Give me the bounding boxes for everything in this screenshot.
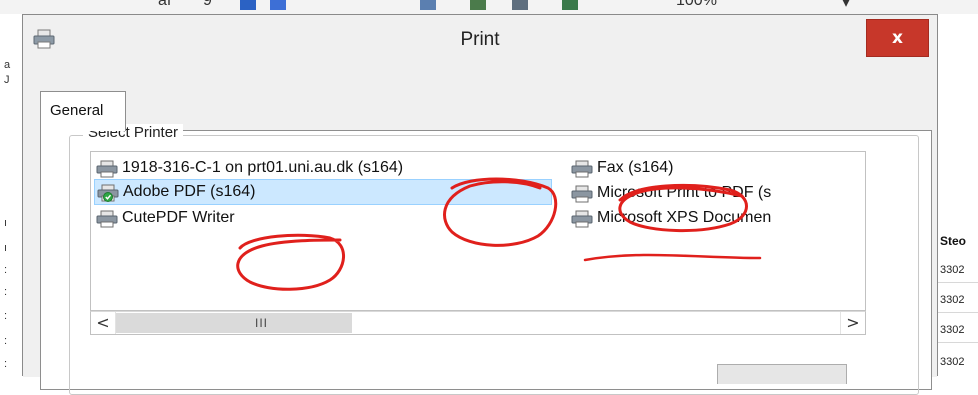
edge-mark: a [4,59,11,71]
horizontal-scrollbar[interactable]: < III > [90,311,866,335]
toolbar-grid-icon [470,0,486,10]
toolbar-table-icon [512,0,528,10]
zoom-level[interactable]: 100% [676,0,717,10]
title-bar[interactable]: Print x [23,15,937,63]
toolbar-pen-icon [270,0,286,10]
toolbar-text: af [158,0,172,9]
scroll-grip: III [255,316,269,330]
edge-mark: : [4,286,8,298]
scroll-thumb[interactable]: III [116,313,352,333]
printer-icon [571,185,593,203]
background-toolbar: af 9 100% ▾ [0,0,978,15]
printer-list[interactable]: 1918-316-C-1 on prt01.uni.au.dk (s164) A… [90,151,866,311]
toolbar-text: 9 [203,0,212,9]
printer-name: Microsoft XPS Documen [597,209,772,226]
printer-item-1918-316-c-1[interactable]: 1918-316-C-1 on prt01.uni.au.dk (s164) [96,157,551,179]
column-header: Steo [940,234,967,248]
printer-item-microsoft-xps[interactable]: Microsoft XPS Documen [571,207,865,229]
printer-icon [96,160,118,178]
sheet-cell[interactable]: 3302 [940,324,964,336]
printer-name: Adobe PDF (s164) [123,183,256,200]
scroll-left-button[interactable]: < [91,312,116,334]
printer-item-cutepdf-writer[interactable]: CutePDF Writer [96,207,551,229]
dialog-title: Print [460,29,500,50]
printer-name: Microsoft Print to PDF (s [597,184,772,201]
toolbar-chart-icon [562,0,578,10]
sheet-cell[interactable]: 3302 [940,294,964,306]
tab-general[interactable]: General [40,91,126,131]
printer-icon [96,210,118,228]
partial-button[interactable] [717,364,847,384]
tab-label: General [50,102,104,119]
printer-icon [571,210,593,228]
printer-name: Fax (s164) [597,159,674,176]
edge-mark: ı [4,217,8,229]
edge-mark: J [4,74,10,86]
print-dialog: Print x General Select Printer 1918-316-… [22,14,938,395]
edge-mark: ı [4,242,8,254]
sheet-cell[interactable]: 3302 [940,264,964,276]
printer-item-adobe-pdf[interactable]: Adobe PDF (s164) [94,179,552,205]
printer-item-microsoft-print-to-pdf[interactable]: Microsoft Print to PDF (s [571,182,865,204]
printer-default-icon [97,184,119,202]
printer-name: CutePDF Writer [122,209,235,226]
toolbar-grid-icon [420,0,436,10]
fax-icon [571,160,593,178]
row-divider [938,342,978,343]
sheet-cell[interactable]: 3302 [940,356,964,368]
edge-mark: : [4,310,8,322]
edge-mark: : [4,264,8,276]
toolbar-pen-icon [240,0,256,10]
printer-item-fax[interactable]: Fax (s164) [571,157,865,179]
background-row-edge: a J ı ı : : : : : [0,14,23,376]
close-button[interactable]: x [866,19,929,57]
edge-mark: : [4,335,8,347]
printer-name: 1918-316-C-1 on prt01.uni.au.dk (s164) [122,159,404,176]
background-sheet-column: Steo 3302 3302 3302 3302 [938,14,978,376]
scroll-right-button[interactable]: > [840,312,865,334]
dropdown-arrow-icon[interactable]: ▾ [842,0,850,12]
edge-mark: : [4,358,8,370]
row-divider [938,312,978,313]
row-divider [938,282,978,283]
